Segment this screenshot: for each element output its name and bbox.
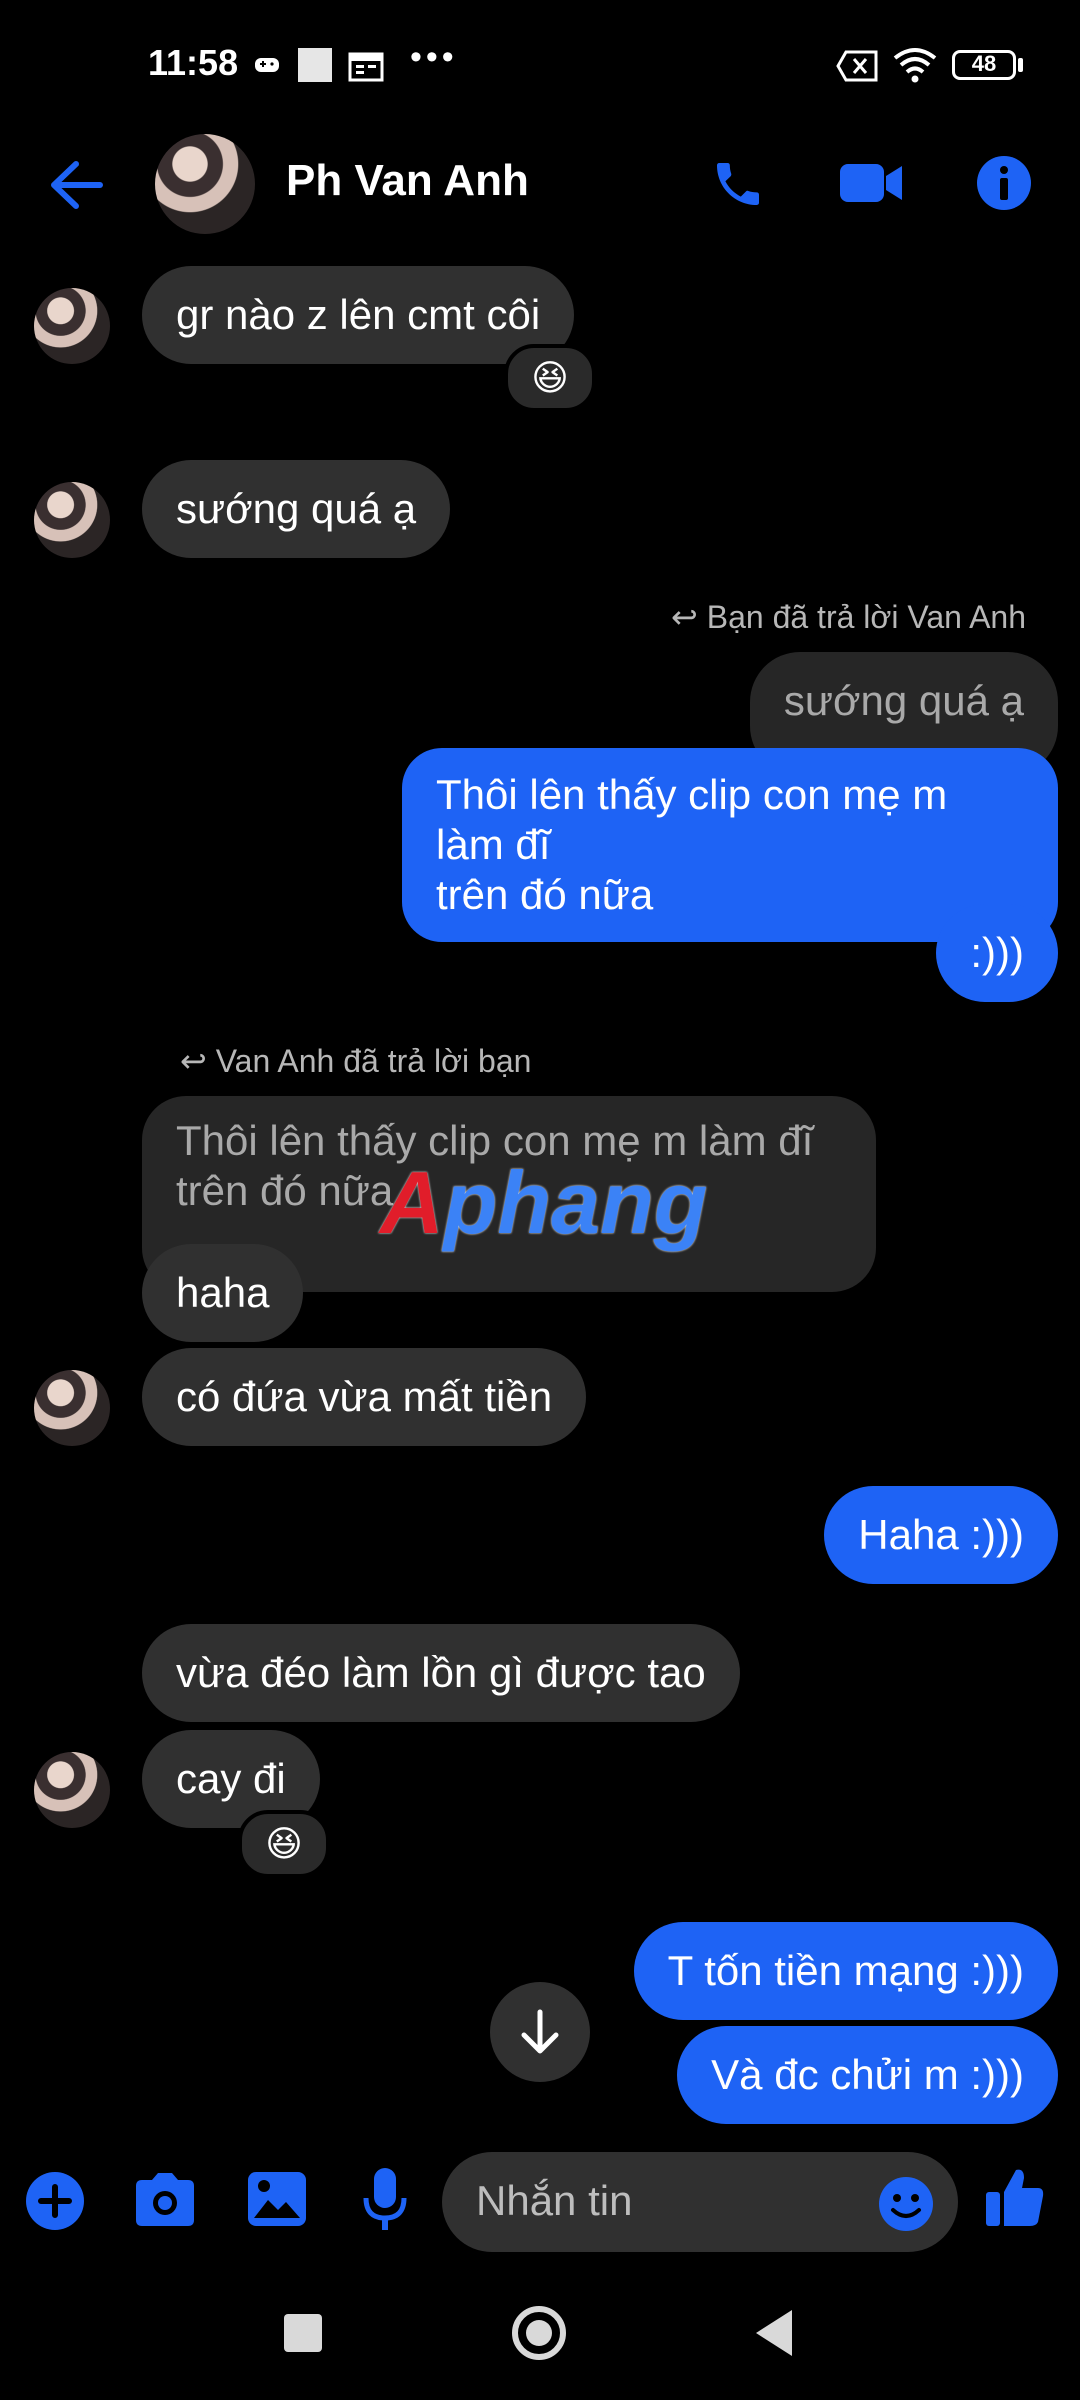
message-input[interactable] [474, 2176, 858, 2226]
contact-avatar[interactable] [155, 134, 255, 234]
plus-icon[interactable] [24, 2170, 86, 2232]
watermark: Aphang [380, 1152, 708, 1254]
sent-message[interactable]: Và đc chửi m :))) [677, 2026, 1058, 2124]
message-composer[interactable] [442, 2152, 958, 2252]
contact-name[interactable]: Ph Van Anh [286, 156, 529, 206]
sender-avatar[interactable] [34, 1370, 110, 1446]
received-message[interactable]: gr nào z lên cmt côi [142, 266, 575, 364]
calendar-icon [348, 52, 384, 82]
reply-indicator-text: Van Anh đã trả lời bạn [215, 1043, 532, 1079]
reply-indicator: ↩ Bạn đã trả lời Van Anh [671, 598, 1026, 636]
sent-message[interactable]: T tốn tiền mạng :))) [633, 1922, 1058, 2020]
reply-indicator: ↩ Van Anh đã trả lời bạn [180, 1042, 531, 1080]
message-line: Thôi lên thấy clip con mẹ m làm đĩ [436, 771, 948, 868]
received-message[interactable]: có đứa vừa mất tiền [142, 1348, 587, 1446]
received-message[interactable]: haha [142, 1244, 304, 1342]
watermark-first-letter: A [380, 1153, 444, 1252]
received-message[interactable]: sướng quá ạ [142, 460, 451, 558]
thumbs-up-icon[interactable] [984, 2166, 1046, 2230]
reply-indicator-text: Bạn đã trả lời Van Anh [706, 599, 1026, 635]
sender-avatar[interactable] [34, 288, 110, 364]
wifi-icon [893, 48, 937, 83]
no-sim-icon [836, 50, 878, 82]
emoji-icon[interactable] [878, 2176, 934, 2232]
more-notifications-icon: ••• [410, 38, 458, 76]
home-button[interactable] [510, 2304, 568, 2362]
gallery-icon[interactable] [246, 2170, 308, 2228]
reaction-badge[interactable]: 😆 [504, 344, 596, 412]
back-arrow-icon[interactable] [48, 158, 104, 212]
sent-message[interactable]: Haha :))) [824, 1486, 1058, 1584]
reply-arrow-icon: ↩ [671, 599, 707, 635]
watermark-rest: phang [443, 1153, 708, 1252]
message-line: trên đó nữa [436, 871, 654, 918]
back-button[interactable] [754, 2308, 794, 2358]
gamepad-icon [255, 58, 279, 72]
phone-call-icon[interactable] [710, 156, 766, 212]
status-bar: 11:58 ••• 48 [0, 0, 1080, 130]
sender-avatar[interactable] [34, 1752, 110, 1828]
chat-header: Ph Van Anh [0, 130, 1080, 240]
camera-icon[interactable] [132, 2170, 198, 2230]
battery-tip [1018, 58, 1023, 72]
info-icon[interactable] [975, 154, 1033, 212]
battery-level: 48 [971, 51, 997, 76]
sender-avatar[interactable] [34, 482, 110, 558]
received-message[interactable]: vừa đéo làm lồn gì được tao [142, 1624, 740, 1722]
notification-square-icon [298, 48, 332, 82]
sent-message[interactable]: :))) [936, 904, 1058, 1002]
scroll-to-bottom-button[interactable] [490, 1982, 590, 2082]
reaction-badge[interactable]: 😆 [238, 1810, 330, 1878]
arrow-down-icon [521, 2009, 559, 2054]
recent-apps-button[interactable] [284, 2314, 322, 2352]
microphone-icon[interactable] [362, 2166, 408, 2234]
video-call-icon[interactable] [838, 160, 904, 206]
reply-arrow-icon: ↩ [180, 1043, 216, 1079]
battery-icon: 48 [952, 50, 1016, 80]
status-time: 11:58 [148, 42, 239, 83]
